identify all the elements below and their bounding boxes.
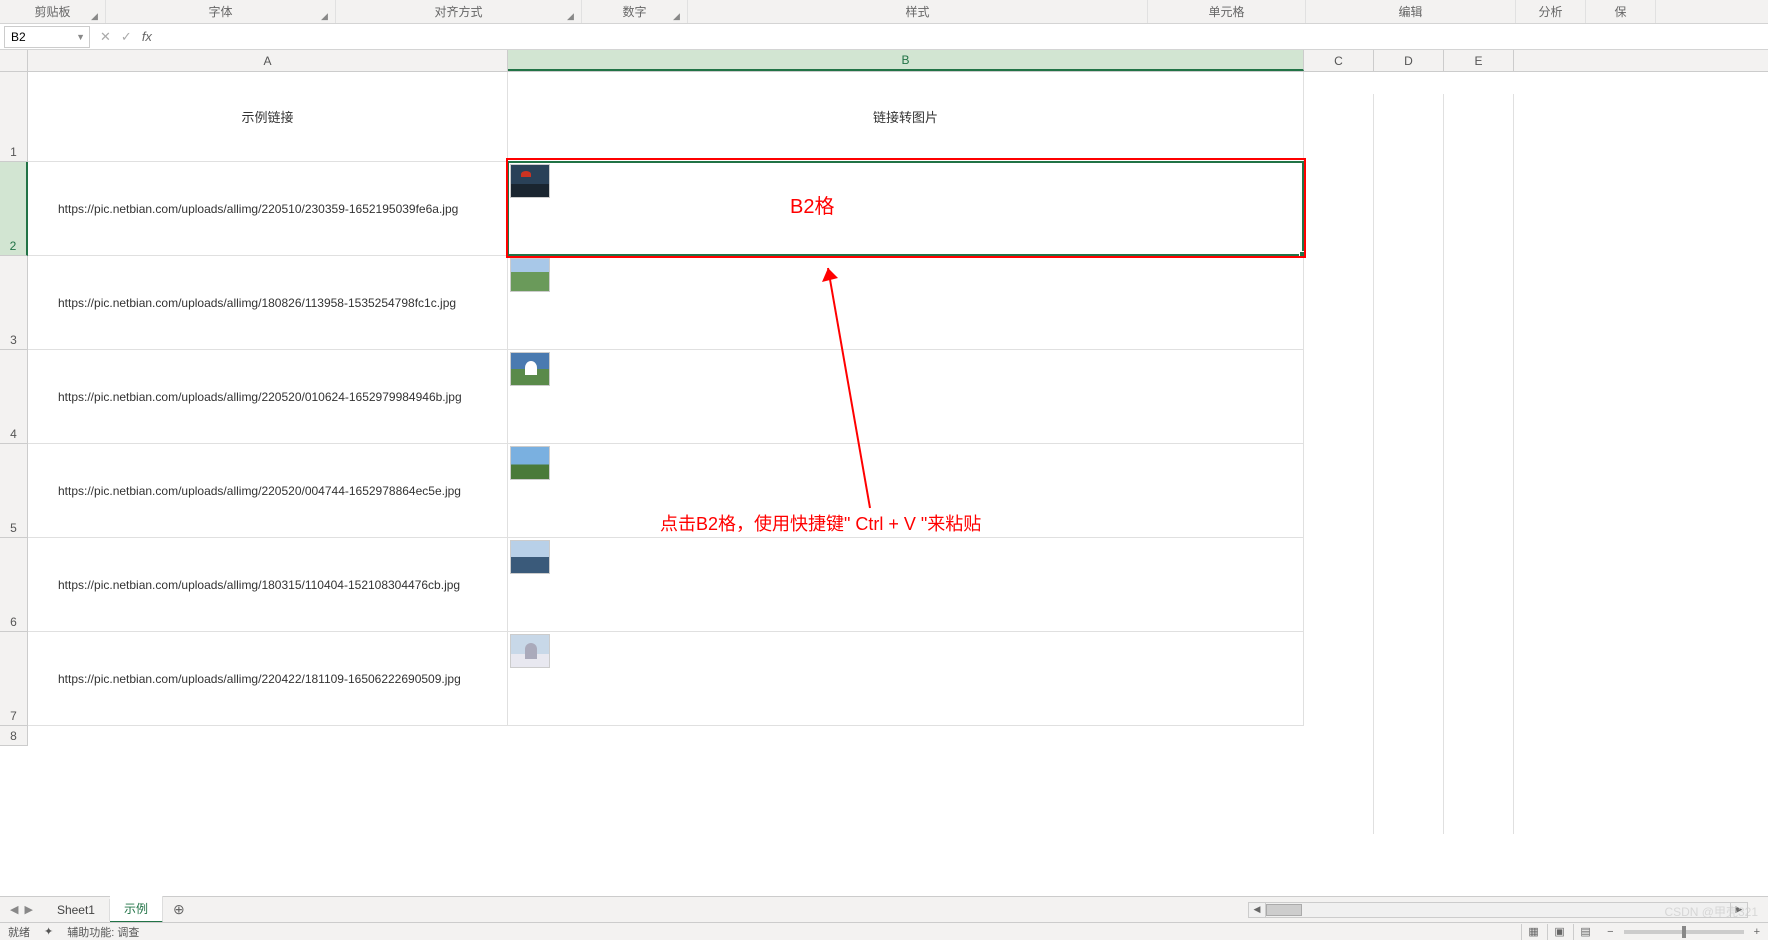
ribbon-group-editing[interactable]: 编辑: [1306, 0, 1516, 23]
row-header-3[interactable]: 3: [0, 256, 28, 350]
cell-B6[interactable]: [508, 538, 1304, 632]
annotation-label: B2格: [790, 190, 834, 219]
col-header-B[interactable]: B: [508, 50, 1304, 71]
add-sheet-button[interactable]: ⊕: [163, 897, 195, 922]
cell-B4[interactable]: [508, 350, 1304, 444]
image-thumbnail[interactable]: [510, 446, 550, 480]
watermark: CSDN @甲壳321: [1664, 903, 1758, 920]
cell-A7[interactable]: https://pic.netbian.com/uploads/allimg/2…: [28, 632, 508, 726]
accessibility-icon[interactable]: ✦: [44, 925, 53, 938]
cell-A1[interactable]: 示例链接: [28, 72, 508, 162]
view-normal-icon[interactable]: ▦: [1521, 924, 1545, 940]
row-header-6[interactable]: 6: [0, 538, 28, 632]
chevron-down-icon[interactable]: ▼: [76, 32, 85, 42]
tab-sheet1[interactable]: Sheet1: [43, 899, 110, 921]
fx-icon[interactable]: fx: [142, 29, 152, 44]
status-accessibility: 辅助功能: 调查: [67, 924, 139, 940]
cell-B3[interactable]: [508, 256, 1304, 350]
cell-A4[interactable]: https://pic.netbian.com/uploads/allimg/2…: [28, 350, 508, 444]
tab-next-icon[interactable]: ▶: [24, 903, 32, 916]
view-page-break-icon[interactable]: ▤: [1573, 924, 1597, 940]
col-header-D[interactable]: D: [1374, 50, 1444, 71]
zoom-in-icon[interactable]: +: [1754, 926, 1760, 938]
view-page-layout-icon[interactable]: ▣: [1547, 924, 1571, 940]
row-header-5[interactable]: 5: [0, 444, 28, 538]
ribbon-group-analysis[interactable]: 分析: [1516, 0, 1586, 23]
image-thumbnail[interactable]: [510, 352, 550, 386]
col-header-C[interactable]: C: [1304, 50, 1374, 71]
image-thumbnail[interactable]: [510, 164, 550, 198]
cancel-icon[interactable]: ✕: [100, 29, 111, 45]
formula-input[interactable]: [160, 26, 1768, 48]
cell-B2[interactable]: [508, 162, 1304, 256]
cell-B7[interactable]: [508, 632, 1304, 726]
scroll-left-icon[interactable]: ◀: [1248, 902, 1266, 918]
ribbon-group-font[interactable]: 字体◢: [106, 0, 336, 23]
dialog-launcher-icon[interactable]: ◢: [321, 11, 331, 21]
zoom-out-icon[interactable]: −: [1607, 926, 1613, 938]
row-header-2[interactable]: 2: [0, 162, 28, 256]
row-header-4[interactable]: 4: [0, 350, 28, 444]
cell-A2[interactable]: https://pic.netbian.com/uploads/allimg/2…: [28, 162, 508, 256]
ribbon-group-cells[interactable]: 单元格: [1148, 0, 1306, 23]
select-all-corner[interactable]: [0, 50, 28, 71]
col-header-A[interactable]: A: [28, 50, 508, 71]
cell-A6[interactable]: https://pic.netbian.com/uploads/allimg/1…: [28, 538, 508, 632]
cell-B1[interactable]: 链接转图片: [508, 72, 1304, 162]
ribbon-group-save[interactable]: 保: [1586, 0, 1656, 23]
image-thumbnail[interactable]: [510, 258, 550, 292]
status-ready: 就绪: [8, 924, 30, 940]
row-header-7[interactable]: 7: [0, 632, 28, 726]
name-box[interactable]: B2 ▼: [4, 26, 90, 48]
tab-example[interactable]: 示例: [110, 896, 163, 923]
column-headers: A B C D E: [0, 50, 1768, 72]
zoom-slider[interactable]: [1624, 930, 1744, 934]
tab-nav: ◀ ▶: [0, 903, 43, 916]
formula-bar-buttons: ✕ ✓: [100, 29, 132, 45]
ribbon-group-labels: 剪贴板◢ 字体◢ 对齐方式◢ 数字◢ 样式 单元格 编辑 分析 保: [0, 0, 1768, 24]
dialog-launcher-icon[interactable]: ◢: [567, 11, 577, 21]
row-header-8[interactable]: 8: [0, 726, 28, 746]
image-thumbnail[interactable]: [510, 634, 550, 668]
annotation-instruction: 点击B2格，使用快捷键" Ctrl + V "来粘贴: [660, 510, 981, 536]
scroll-track[interactable]: [1266, 902, 1730, 918]
sheet-tabs: ◀ ▶ Sheet1 示例 ⊕ ◀ ▶: [0, 896, 1768, 922]
ribbon-group-alignment[interactable]: 对齐方式◢: [336, 0, 582, 23]
spreadsheet-grid[interactable]: A B C D E 1 2 3 4 5 6 7 8 示例链接 链接转图片 htt…: [0, 50, 1768, 904]
scroll-thumb[interactable]: [1266, 904, 1302, 916]
status-bar: 就绪 ✦ 辅助功能: 调查 ▦ ▣ ▤ − +: [0, 922, 1768, 940]
row-header-1[interactable]: 1: [0, 72, 28, 162]
ribbon-group-clipboard[interactable]: 剪贴板◢: [0, 0, 106, 23]
ribbon-group-number[interactable]: 数字◢: [582, 0, 688, 23]
cell-A3[interactable]: https://pic.netbian.com/uploads/allimg/1…: [28, 256, 508, 350]
tab-prev-icon[interactable]: ◀: [10, 903, 18, 916]
image-thumbnail[interactable]: [510, 540, 550, 574]
dialog-launcher-icon[interactable]: ◢: [91, 11, 101, 21]
enter-icon[interactable]: ✓: [121, 29, 132, 45]
ribbon-group-styles[interactable]: 样式: [688, 0, 1148, 23]
far-columns: [1304, 94, 1514, 834]
col-header-E[interactable]: E: [1444, 50, 1514, 71]
formula-bar: B2 ▼ ✕ ✓ fx: [0, 24, 1768, 50]
cell-A5[interactable]: https://pic.netbian.com/uploads/allimg/2…: [28, 444, 508, 538]
name-box-value: B2: [11, 30, 26, 44]
dialog-launcher-icon[interactable]: ◢: [673, 11, 683, 21]
